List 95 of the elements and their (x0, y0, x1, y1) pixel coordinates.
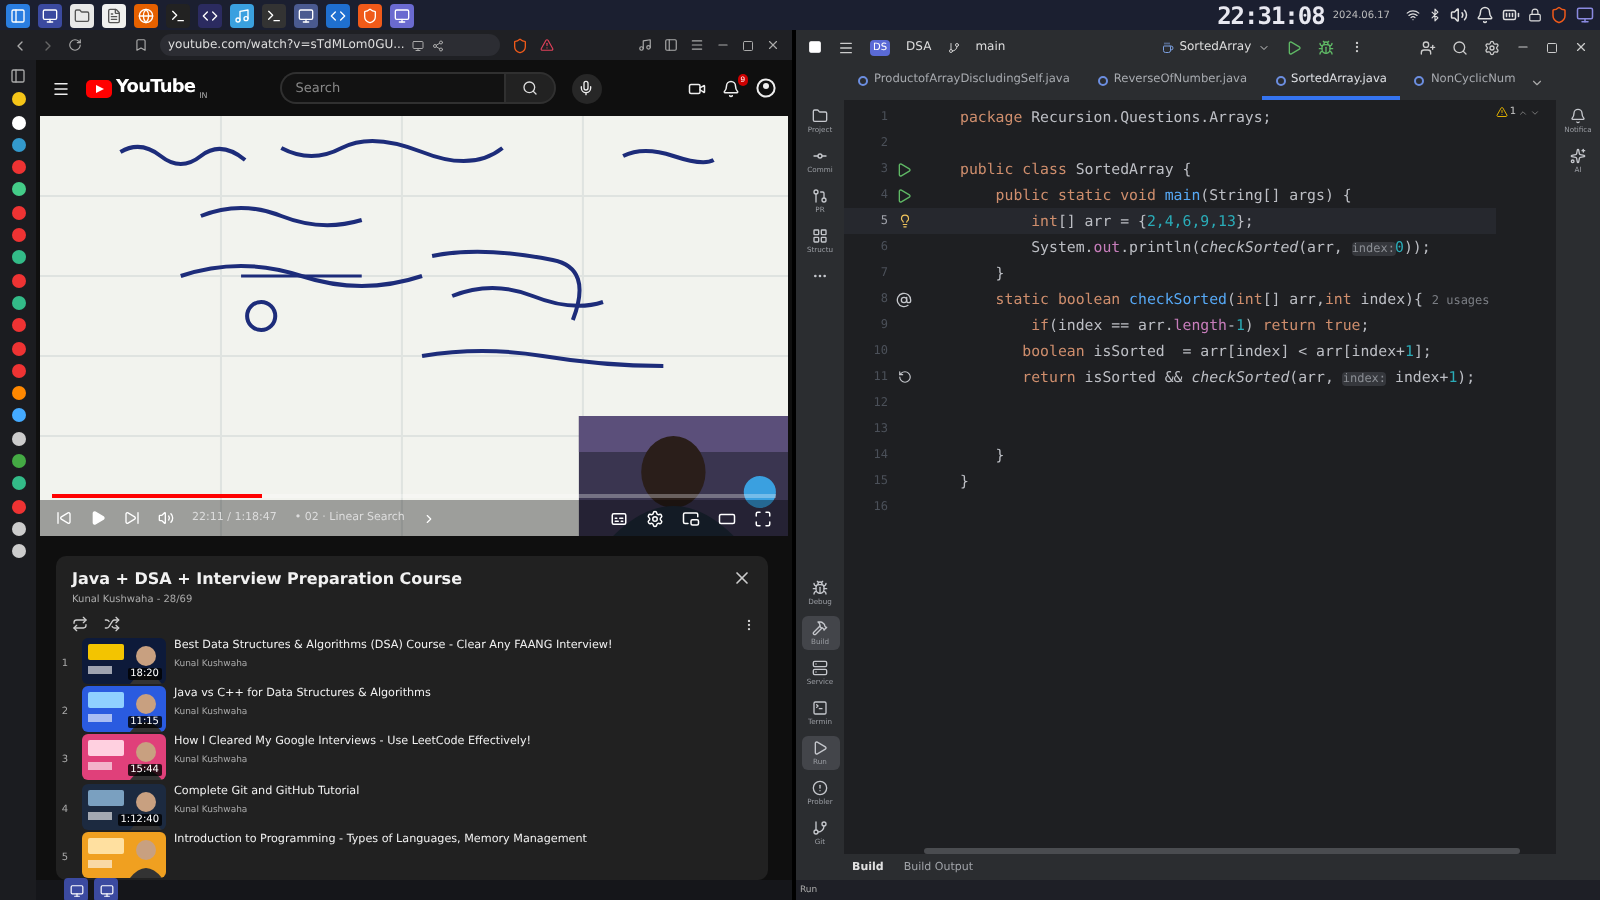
code-icon[interactable] (198, 3, 222, 27)
caret-icon[interactable] (1257, 41, 1270, 53)
mic-button[interactable] (571, 73, 602, 103)
class-icon (1161, 41, 1174, 53)
settings-icon[interactable] (1484, 39, 1500, 55)
play-logo-icon[interactable] (86, 79, 112, 97)
branch-icon (812, 820, 828, 836)
window-icon[interactable] (6, 3, 30, 27)
monitor-icon[interactable] (294, 3, 318, 27)
sparkle-icon (1570, 148, 1586, 164)
scrollbar[interactable] (924, 847, 1520, 853)
branch-icon (947, 41, 960, 53)
caret-icon[interactable] (1529, 75, 1544, 89)
monitor-icon[interactable] (94, 878, 118, 900)
close-icon[interactable] (732, 568, 752, 588)
battery-icon[interactable] (1502, 6, 1520, 24)
recursion-icon (897, 370, 911, 384)
search-button[interactable] (503, 72, 556, 104)
search-icon (521, 80, 538, 96)
bell-icon (1570, 108, 1586, 124)
chevron-icon[interactable] (422, 511, 437, 525)
class-icon (1414, 75, 1425, 85)
loop-icon[interactable] (72, 616, 88, 632)
monitor-icon[interactable] (64, 878, 88, 900)
back-icon[interactable] (12, 37, 28, 53)
captions-icon[interactable] (610, 509, 628, 527)
sidebar-icon[interactable] (664, 38, 678, 52)
monitor-icon[interactable] (390, 3, 414, 27)
warning-icon[interactable] (1495, 106, 1508, 118)
lock-icon[interactable] (1528, 8, 1542, 22)
class-icon (1275, 75, 1286, 85)
sidebar-icon[interactable] (10, 68, 26, 84)
logo-icon[interactable] (808, 40, 822, 54)
close-icon[interactable] (766, 38, 780, 52)
bulb-icon[interactable] (897, 214, 911, 228)
server-icon (812, 660, 828, 676)
menu-icon[interactable] (838, 39, 854, 55)
monitor-icon[interactable] (38, 3, 62, 27)
fullscreen-icon[interactable] (754, 509, 772, 527)
class-icon (858, 75, 868, 85)
next-icon[interactable] (124, 510, 140, 526)
previous-icon[interactable] (56, 510, 72, 526)
share-icon[interactable] (432, 39, 445, 51)
music-icon[interactable] (638, 38, 652, 52)
minimize-icon[interactable] (716, 38, 730, 52)
music-icon[interactable] (230, 3, 254, 27)
shuffle-icon[interactable] (104, 616, 120, 632)
up-icon[interactable] (1518, 107, 1528, 117)
bookmark-icon[interactable] (134, 38, 148, 52)
commit-icon (812, 148, 828, 164)
terminal-icon (812, 700, 828, 716)
menu-icon[interactable] (52, 79, 70, 97)
maximize-icon[interactable] (1546, 41, 1558, 53)
alert-icon (812, 780, 828, 796)
play-icon (812, 740, 828, 756)
terminal-icon[interactable] (166, 3, 190, 27)
avatar-icon[interactable] (756, 78, 776, 98)
down-icon[interactable] (1530, 107, 1540, 117)
shield-icon[interactable] (358, 3, 382, 27)
reload-icon[interactable] (68, 38, 82, 52)
user-icon[interactable] (1420, 39, 1436, 55)
cast-icon[interactable] (412, 39, 425, 51)
playlist-title: Java + DSA + Interview Preparation Course (72, 569, 462, 587)
more-icon[interactable] (742, 618, 756, 632)
close-icon[interactable] (1574, 40, 1588, 54)
bug-icon (812, 580, 828, 596)
mic-icon (578, 80, 595, 96)
forward-icon[interactable] (40, 37, 56, 53)
pull-request-icon (812, 188, 828, 204)
create-video-icon[interactable] (688, 79, 706, 97)
class-icon (1097, 75, 1108, 85)
volume-icon[interactable] (1450, 6, 1468, 24)
theater-icon[interactable] (718, 509, 736, 527)
play-icon[interactable] (90, 510, 106, 526)
document-icon[interactable] (102, 3, 126, 27)
bug-icon[interactable] (1317, 39, 1334, 55)
hammer-icon (812, 620, 828, 636)
clock: 22:31:08 (1217, 1, 1325, 29)
folder-icon[interactable] (70, 3, 94, 27)
structure-icon (812, 228, 828, 244)
search-icon[interactable] (1452, 39, 1468, 55)
run-icon[interactable] (1285, 39, 1302, 55)
minimize-icon[interactable] (1516, 40, 1530, 54)
terminal-icon[interactable] (262, 3, 286, 27)
maximize-icon[interactable] (742, 39, 754, 51)
logo[interactable]: YouTube (116, 78, 196, 98)
miniplayer-icon[interactable] (682, 509, 700, 527)
at-icon[interactable] (896, 291, 912, 307)
folder-icon (812, 108, 828, 124)
bell-icon[interactable] (1476, 6, 1494, 24)
wifi-icon[interactable] (1406, 8, 1420, 22)
triangle-icon[interactable] (540, 38, 554, 52)
bluetooth-icon[interactable] (1428, 8, 1442, 22)
globe-icon[interactable] (134, 3, 158, 27)
code-icon[interactable] (326, 3, 350, 27)
